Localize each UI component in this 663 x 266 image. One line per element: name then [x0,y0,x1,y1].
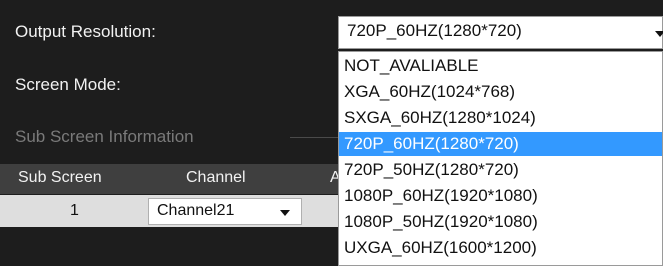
dropdown-option[interactable]: 720P_50HZ(1280*720) [339,158,662,182]
dropdown-option[interactable]: 1080P_50HZ(1920*1080) [339,210,662,234]
chevron-down-icon[interactable] [655,31,663,37]
dropdown-option[interactable]: SXGA_60HZ(1280*1024) [339,106,662,130]
section-divider [290,137,338,138]
col-sub-screen: Sub Screen [18,169,102,186]
cell-sub-screen: 1 [70,202,79,219]
output-resolution-label: Output Resolution: [15,22,156,41]
dropdown-option[interactable]: XGA_60HZ(1024*768) [339,80,662,104]
chevron-down-icon[interactable] [280,210,290,216]
dropdown-option-selected[interactable]: 720P_60HZ(1280*720) [339,132,662,156]
dropdown-option[interactable]: 1080P_60HZ(1920*1080) [339,184,662,208]
channel-select[interactable]: Channel21 [148,198,302,225]
sub-screen-info-label: Sub Screen Information [15,127,194,146]
col-channel: Channel [186,169,246,186]
table-header: Sub Screen Channel A [0,164,341,194]
resolution-dropdown-list: NOT_AVALIABLE XGA_60HZ(1024*768) SXGA_60… [338,51,663,266]
dropdown-option[interactable]: NOT_AVALIABLE [339,54,662,78]
output-resolution-select[interactable]: 720P_60HZ(1280*720) [338,16,663,49]
channel-value: Channel21 [157,202,235,219]
table-row[interactable]: 1 Channel21 [0,195,338,227]
output-resolution-value: 720P_60HZ(1280*720) [347,21,522,40]
dropdown-option[interactable]: UXGA_60HZ(1600*1200) [339,236,662,260]
screen-mode-label: Screen Mode: [15,75,121,94]
